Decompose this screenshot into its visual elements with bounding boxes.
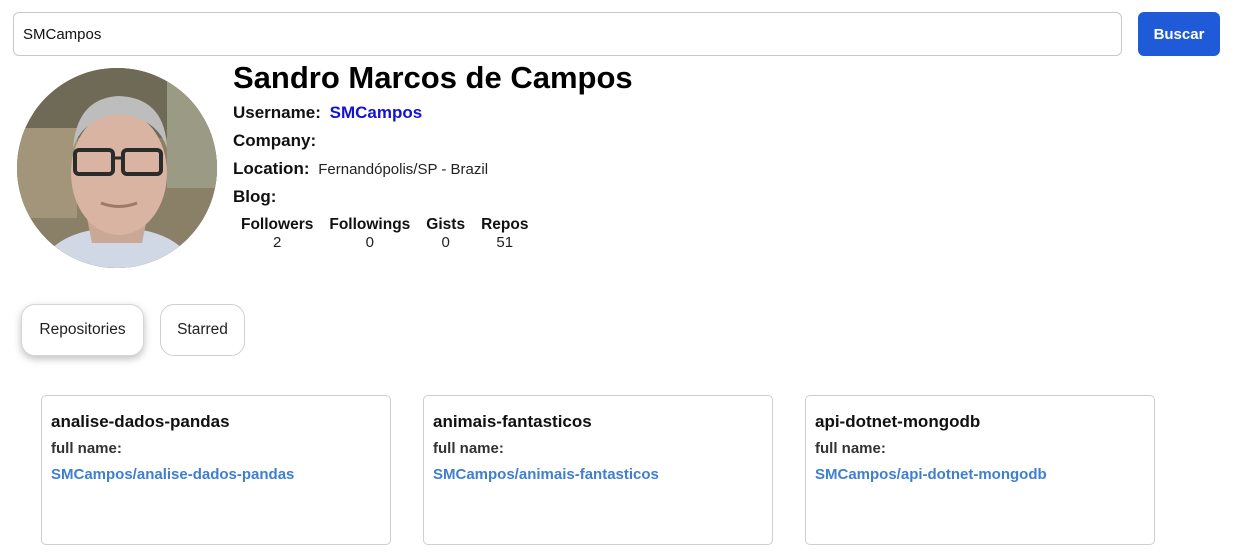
stat-label: Followings [329, 216, 411, 233]
username-link[interactable]: SMCampos [330, 103, 423, 122]
location-label: Location: [233, 159, 310, 178]
search-button[interactable]: Buscar [1138, 12, 1220, 56]
company-row: Company: [233, 131, 320, 151]
stat-value: 2 [273, 234, 282, 251]
username-label: Username: [233, 103, 321, 122]
avatar [17, 68, 217, 268]
stat-followings: Followings 0 [329, 215, 410, 251]
stat-label: Gists [426, 216, 466, 233]
repo-link[interactable]: SMCampos/analise-dados-pandas [51, 466, 381, 484]
blog-row: Blog: [233, 187, 280, 207]
blog-label: Blog: [233, 187, 277, 206]
repo-name: analise-dados-pandas [51, 412, 230, 431]
stat-repos: Repos 51 [481, 215, 528, 251]
search-input[interactable] [13, 12, 1122, 56]
repo-link[interactable]: SMCampos/animais-fantasticos [433, 466, 763, 484]
profile-name: Sandro Marcos de Campos [233, 60, 633, 95]
repo-card: analise-dados-pandas full name: SMCampos… [41, 395, 391, 545]
repo-name: animais-fantasticos [433, 412, 592, 431]
repo-name: api-dotnet-mongodb [815, 412, 981, 431]
stat-gists: Gists 0 [426, 215, 465, 251]
profile-info: Sandro Marcos de Campos Username: SMCamp… [233, 58, 633, 206]
location-row: Location: Fernandópolis/SP - Brazil [233, 159, 488, 179]
repo-fullname-label: full name: [51, 440, 122, 457]
stat-label: Repos [481, 216, 529, 233]
tab-starred[interactable]: Starred [160, 304, 245, 356]
stat-value: 51 [496, 234, 514, 251]
stat-value: 0 [365, 234, 374, 251]
username-row: Username: SMCampos [233, 103, 422, 123]
avatar-photo [17, 68, 217, 268]
location-value: Fernandópolis/SP - Brazil [318, 161, 489, 178]
repo-card: animais-fantasticos full name: SMCampos/… [423, 395, 773, 545]
company-label: Company: [233, 131, 317, 150]
profile-stats: Followers 2 Followings 0 Gists 0 Repos 5… [233, 215, 544, 251]
search-bar: Buscar [13, 12, 1220, 56]
stat-label: Followers [241, 216, 314, 233]
repo-fullname-label: full name: [433, 440, 504, 457]
tab-repositories[interactable]: Repositories [21, 304, 144, 356]
stat-followers: Followers 2 [241, 215, 313, 251]
stat-value: 0 [441, 234, 450, 251]
repo-fullname-label: full name: [815, 440, 886, 457]
repo-link[interactable]: SMCampos/api-dotnet-mongodb [815, 466, 1145, 484]
repo-card: api-dotnet-mongodb full name: SMCampos/a… [805, 395, 1155, 545]
